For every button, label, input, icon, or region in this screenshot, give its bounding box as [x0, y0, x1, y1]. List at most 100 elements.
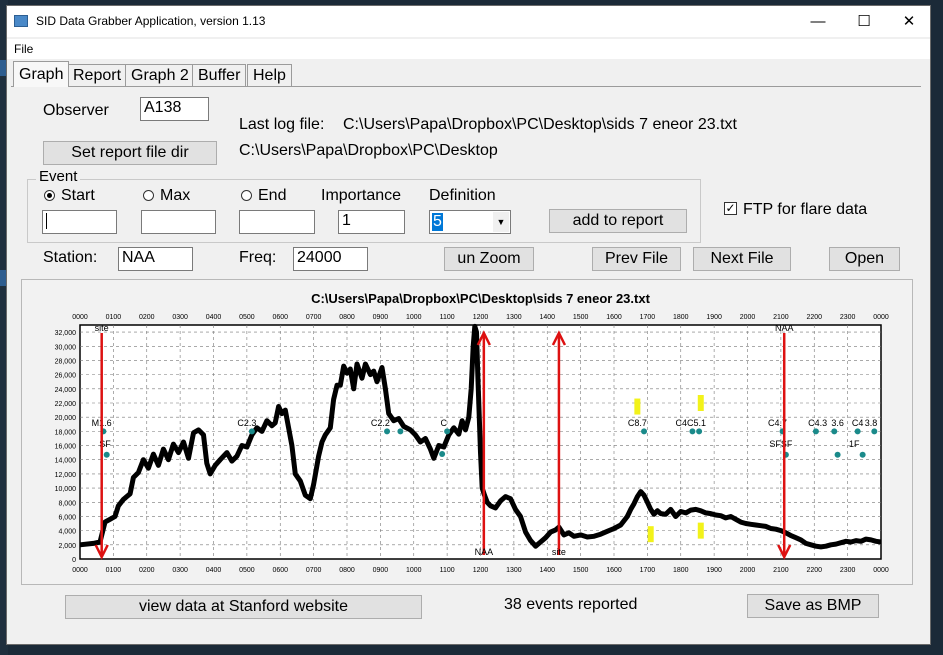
menu-file[interactable]: File — [14, 42, 33, 56]
flare-label: 3.6 — [831, 418, 844, 428]
window-title: SID Data Grabber Application, version 1.… — [36, 14, 266, 28]
flare-bar — [634, 398, 641, 415]
x-tick-label-top: 0000 — [72, 314, 88, 321]
x-tick-label-bottom: 1900 — [706, 567, 722, 574]
x-tick-label-bottom: 1700 — [640, 567, 656, 574]
x-tick-label-bottom: 0000 — [873, 567, 889, 574]
x-tick-label-top: 1200 — [473, 314, 489, 321]
title-bar[interactable]: SID Data Grabber Application, version 1.… — [7, 6, 930, 37]
y-tick-label: 12,000 — [55, 472, 77, 479]
x-tick-label-bottom: 1400 — [539, 567, 555, 574]
y-tick-label: 24,000 — [55, 387, 77, 394]
flare-bar — [647, 526, 654, 543]
view-stanford-button[interactable]: view data at Stanford website — [65, 595, 422, 619]
x-tick-label-top: 1700 — [640, 314, 656, 321]
tab-graph-2[interactable]: Graph 2 — [125, 64, 195, 86]
x-tick-label-bottom: 0800 — [339, 567, 355, 574]
y-tick-label: 30,000 — [55, 344, 77, 351]
flare-label: 3.8 — [865, 418, 878, 428]
flare-label: SFSF — [769, 439, 793, 449]
y-tick-label: 20,000 — [55, 415, 77, 422]
chart-title: C:\Users\Papa\Dropbox\PC\Desktop\sids 7 … — [311, 291, 650, 306]
flare-label: C4C5.1 — [676, 418, 707, 428]
tab-graph[interactable]: Graph — [13, 61, 70, 87]
x-tick-label-bottom: 1200 — [473, 567, 489, 574]
tab-divider — [11, 86, 921, 87]
y-tick-label: 14,000 — [55, 458, 77, 465]
flare-label: C2.3 — [237, 418, 256, 428]
x-tick-label-top: 2100 — [773, 314, 789, 321]
ftp-checkbox[interactable]: ✓ — [724, 202, 737, 215]
x-tick-label-bottom: 2100 — [773, 567, 789, 574]
observer-label: Observer — [43, 102, 109, 119]
y-tick-label: 0 — [72, 557, 76, 564]
x-tick-label-top: 0800 — [339, 314, 355, 321]
x-tick-label-top: 1400 — [539, 314, 555, 321]
max-radio[interactable] — [143, 190, 154, 201]
tab-buffer[interactable]: Buffer — [192, 64, 247, 86]
y-tick-label: 26,000 — [55, 373, 77, 380]
x-tick-label-top: 1500 — [573, 314, 589, 321]
x-tick-label-top: 1300 — [506, 314, 522, 321]
x-tick-label-top: 1100 — [440, 314, 455, 321]
x-tick-label-bottom: 0400 — [206, 567, 222, 574]
flare-label: 1F — [849, 439, 860, 449]
chevron-down-icon[interactable]: ▼ — [493, 212, 509, 232]
tab-report[interactable]: Report — [67, 64, 128, 86]
x-tick-label-bottom: 1300 — [506, 567, 522, 574]
station-label: Station: — [43, 249, 98, 266]
definition-label: Definition — [429, 187, 496, 204]
station-field[interactable]: NAA — [118, 247, 193, 271]
freq-field[interactable]: 24000 — [293, 247, 368, 271]
signal-chart[interactable]: 0 2,000 4,000 6,000 8,000 10,000 12,000 14,000 1… — [21, 279, 913, 585]
x-tick-label-top: 1600 — [606, 314, 622, 321]
x-tick-label-top: 2300 — [840, 314, 856, 321]
y-tick-label: 22,000 — [55, 401, 77, 408]
x-tick-label-bottom: 0500 — [239, 567, 255, 574]
prev-file-button[interactable]: Prev File — [592, 247, 681, 271]
maximize-button[interactable]: ☐ — [841, 6, 887, 37]
x-tick-label-bottom: 2000 — [740, 567, 756, 574]
app-icon — [14, 15, 28, 27]
flare-bar — [697, 395, 704, 411]
open-button[interactable]: Open — [829, 247, 900, 271]
x-tick-label-bottom: 0700 — [306, 567, 322, 574]
save-bmp-button[interactable]: Save as BMP — [747, 594, 879, 618]
flare-label: C — [441, 418, 448, 428]
start-time-field[interactable] — [42, 210, 117, 234]
minimize-button[interactable]: — — [795, 6, 841, 37]
flare-label: C8.7 — [628, 418, 647, 428]
definition-select[interactable]: 5 ▼ — [429, 210, 511, 234]
flare-dot — [859, 451, 866, 458]
start-radio[interactable] — [44, 190, 55, 201]
add-to-report-button[interactable]: add to report — [549, 209, 687, 233]
importance-label: Importance — [321, 187, 402, 204]
last-log-path: C:\Users\Papa\Dropbox\PC\Desktop\sids 7 … — [343, 116, 737, 133]
end-label: End — [258, 187, 287, 204]
x-tick-label-bottom: 1100 — [440, 567, 455, 574]
x-tick-label-top: 1900 — [706, 314, 722, 321]
flare-dot — [103, 451, 110, 458]
close-button[interactable]: ✕ — [886, 6, 932, 37]
start-label: Start — [61, 187, 95, 204]
next-file-button[interactable]: Next File — [693, 247, 791, 271]
app-window: SID Data Grabber Application, version 1.… — [6, 5, 931, 645]
freq-label: Freq: — [239, 249, 277, 266]
max-time-field[interactable] — [141, 210, 216, 234]
tab-help[interactable]: Help — [247, 64, 292, 86]
x-tick-label-bottom: 1800 — [673, 567, 689, 574]
x-tick-label-top: 1800 — [673, 314, 689, 321]
unzoom-button[interactable]: un Zoom — [444, 247, 534, 271]
y-tick-label: 16,000 — [55, 444, 77, 451]
checkmark-icon: ✓ — [725, 201, 736, 215]
y-tick-label: 6,000 — [58, 514, 76, 521]
set-report-dir-button[interactable]: Set report file dir — [43, 141, 217, 165]
last-log-label: Last log file: — [239, 116, 325, 133]
report-dir-path: C:\Users\Papa\Dropbox\PC\Desktop — [239, 142, 498, 159]
importance-field[interactable]: 1 — [338, 210, 405, 234]
x-tick-label-top: 0000 — [873, 314, 889, 321]
end-time-field[interactable] — [239, 210, 315, 234]
x-tick-label-top: 0900 — [373, 314, 389, 321]
end-radio[interactable] — [241, 190, 252, 201]
observer-field[interactable]: A138 — [140, 97, 209, 121]
